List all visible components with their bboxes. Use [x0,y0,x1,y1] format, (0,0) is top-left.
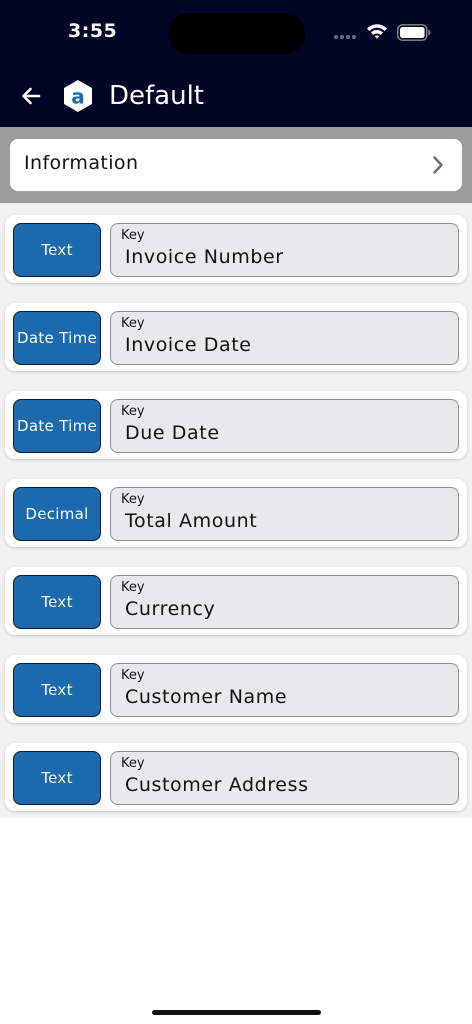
key-value: Customer Address [125,774,309,796]
information-label: Information [24,152,139,174]
key-value: Due Date [125,422,220,444]
page-title: Default [109,81,204,111]
field-row-total-amount: Decimal Key Total Amount [5,479,467,547]
key-label: Key [121,228,145,243]
key-label: Key [121,492,145,507]
key-value: Currency [125,598,216,620]
field-row-due-date: Date Time Key Due Date [5,391,467,459]
information-row[interactable]: Information [10,139,462,191]
field-list: Text Key Invoice Number Date Time Key In… [0,203,472,818]
screen: 3:55 a Default Information Text Key Invo… [0,0,472,1024]
field-type-button[interactable]: Text [13,223,101,277]
field-row-invoice-date: Date Time Key Invoice Date [5,303,467,371]
key-input[interactable]: Key Invoice Date [110,311,459,365]
battery-icon [397,24,431,41]
cellular-signal-icon [334,35,360,40]
key-label: Key [121,580,145,595]
back-button[interactable] [14,80,48,112]
field-type-button[interactable]: Text [13,575,101,629]
key-value: Invoice Number [125,246,284,268]
field-type-button[interactable]: Text [13,751,101,805]
info-section: Information [0,127,472,203]
key-label: Key [121,756,145,771]
key-input[interactable]: Key Total Amount [110,487,459,541]
app-header: 3:55 a Default [0,0,472,127]
field-row-invoice-number: Text Key Invoice Number [5,215,467,283]
field-type-button[interactable]: Text [13,663,101,717]
key-input[interactable]: Key Customer Name [110,663,459,717]
key-value: Invoice Date [125,334,252,356]
key-input[interactable]: Key Customer Address [110,751,459,805]
key-input[interactable]: Key Invoice Number [110,223,459,277]
key-value: Customer Name [125,686,288,708]
field-type-button[interactable]: Decimal [13,487,101,541]
key-label: Key [121,316,145,331]
key-value: Total Amount [125,510,258,532]
home-indicator[interactable] [152,1010,321,1015]
wifi-icon [367,24,387,39]
logo-letter: a [71,85,85,109]
field-type-button[interactable]: Date Time [13,311,101,365]
status-time: 3:55 [68,20,118,42]
key-label: Key [121,404,145,419]
field-row-customer-address: Text Key Customer Address [5,743,467,811]
key-input[interactable]: Key Due Date [110,399,459,453]
back-arrow-icon [22,87,41,105]
field-row-customer-name: Text Key Customer Name [5,655,467,723]
dynamic-island [168,13,305,54]
key-label: Key [121,668,145,683]
field-type-button[interactable]: Date Time [13,399,101,453]
hexagon-logo-icon: a [64,80,92,112]
chevron-right-icon [433,156,443,174]
key-input[interactable]: Key Currency [110,575,459,629]
field-row-currency: Text Key Currency [5,567,467,635]
